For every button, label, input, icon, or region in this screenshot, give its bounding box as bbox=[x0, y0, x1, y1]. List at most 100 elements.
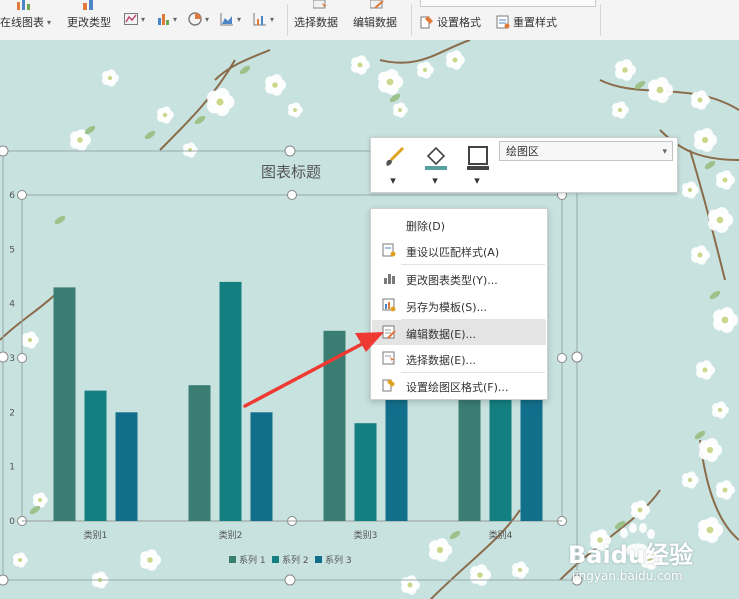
bar bbox=[53, 287, 76, 521]
chart-area-selector[interactable]: 绘图区 ▾ bbox=[499, 141, 673, 161]
bar bbox=[250, 412, 273, 521]
menu-item-reset-style[interactable]: 重设以匹配样式(A) bbox=[372, 238, 546, 263]
menu-item-label: 删除(D) bbox=[406, 220, 446, 233]
y-tick-label: 3 bbox=[9, 354, 15, 364]
plot-resize-handle bbox=[17, 190, 27, 200]
select-data-icon bbox=[313, 0, 327, 9]
edit-data-label: 编辑数据 bbox=[353, 16, 397, 29]
dropdown-arrow-icon: ▾ bbox=[205, 14, 210, 24]
menu-item-edit-data[interactable]: 编辑数据(E)... bbox=[372, 320, 546, 345]
dropdown-arrow-icon: ▾ bbox=[270, 14, 275, 24]
menu-item-label: 选择数据(E)... bbox=[406, 354, 477, 367]
fill-label: 填充▾ bbox=[415, 174, 455, 221]
dropdown-arrow-icon: ▾ bbox=[47, 17, 52, 27]
change-type-icon bbox=[83, 0, 93, 10]
y-tick-label: 4 bbox=[9, 300, 15, 310]
bar bbox=[354, 423, 377, 521]
combo-chart-dropdown[interactable]: ▾ bbox=[253, 12, 274, 26]
bar bbox=[115, 412, 138, 521]
y-tick-label: 1 bbox=[9, 463, 15, 473]
style-button[interactable]: 样式▾ bbox=[373, 142, 413, 221]
plot-resize-handle bbox=[557, 353, 567, 363]
menu-item-change-chart-type[interactable]: 更改图表类型(Y)... bbox=[372, 266, 546, 291]
change-type-button[interactable]: 更改类型 bbox=[67, 14, 111, 30]
chart-resize-handle bbox=[571, 351, 583, 363]
change-type-label: 更改类型 bbox=[67, 16, 111, 29]
area-chart-icon bbox=[220, 13, 233, 26]
select-data-icon bbox=[382, 351, 395, 365]
menu-item-select-data[interactable]: 选择数据(E)... bbox=[372, 346, 546, 371]
ribbon-divider bbox=[287, 4, 288, 36]
legend-entry: 系列 3 bbox=[325, 554, 352, 566]
chart-resize-handle bbox=[284, 574, 296, 586]
online-chart-button[interactable]: 在线图表 ▾ bbox=[0, 14, 51, 30]
format-plot-icon bbox=[382, 379, 395, 392]
y-tick-label: 0 bbox=[9, 517, 15, 527]
paint-bucket-icon bbox=[425, 146, 447, 170]
save-template-icon bbox=[382, 298, 396, 312]
chart-type-icon bbox=[384, 274, 395, 284]
x-tick-label: 类别4 bbox=[489, 529, 513, 541]
baidu-watermark: Baidu经验 jingyan.baidu.com bbox=[566, 517, 734, 587]
pie-chart-dropdown[interactable]: ▾ bbox=[188, 12, 209, 26]
chart-format-toolbar: 样式▾ 填充▾ 轮廓▾ 绘图区 ▾ bbox=[370, 137, 678, 221]
y-tick-label: 2 bbox=[9, 408, 15, 418]
chart-element-dropdown[interactable] bbox=[420, 0, 596, 7]
online-chart-icon bbox=[17, 0, 30, 10]
reset-style-button[interactable]: 重置样式 bbox=[496, 14, 557, 30]
legend-entry: 系列 2 bbox=[282, 554, 309, 566]
legend-swatch bbox=[272, 556, 279, 563]
menu-item-label: 编辑数据(E)... bbox=[406, 328, 477, 341]
set-format-label: 设置格式 bbox=[437, 16, 481, 29]
chevron-down-icon: ▾ bbox=[662, 147, 667, 157]
bar bbox=[323, 330, 346, 521]
legend-swatch bbox=[229, 556, 236, 563]
fill-button[interactable]: 填充▾ bbox=[415, 142, 455, 221]
reset-style-label: 重置样式 bbox=[513, 16, 557, 29]
line-chart-icon bbox=[124, 13, 138, 25]
set-format-button[interactable]: 设置格式 bbox=[420, 14, 481, 30]
outline-button[interactable]: 轮廓▾ bbox=[457, 142, 497, 221]
style-label: 样式▾ bbox=[373, 174, 413, 221]
edit-data-icon bbox=[370, 0, 384, 9]
bar bbox=[219, 281, 242, 521]
bar bbox=[84, 390, 107, 521]
dropdown-arrow-icon: ▾ bbox=[237, 14, 242, 24]
menu-item-format-plot-area[interactable]: 设置绘图区格式(F)... bbox=[372, 373, 546, 398]
format-brush-icon bbox=[420, 16, 433, 29]
bar bbox=[188, 385, 211, 521]
combo-chart-icon bbox=[253, 13, 266, 26]
edit-data-icon bbox=[382, 325, 396, 339]
online-chart-label: 在线图表 bbox=[0, 16, 44, 29]
area-selector-value: 绘图区 bbox=[506, 145, 539, 158]
edit-data-button[interactable]: 编辑数据 bbox=[353, 14, 397, 30]
area-chart-dropdown[interactable]: ▾ bbox=[220, 12, 241, 26]
chart-resize-handle bbox=[284, 145, 296, 157]
chart-resize-handle bbox=[0, 145, 9, 157]
dropdown-arrow-icon: ▾ bbox=[141, 14, 146, 24]
ribbon-toolbar: 在线图表 ▾ 更改类型 ▾ ▾ ▾ ▾ ▾ 选择数据 编辑数据 设置格式 重置样… bbox=[0, 0, 739, 41]
bar-chart-icon bbox=[158, 14, 169, 25]
x-tick-label: 类别1 bbox=[84, 529, 108, 541]
outline-square-icon bbox=[467, 146, 489, 170]
x-tick-label: 类别3 bbox=[354, 529, 378, 541]
reset-style-icon bbox=[382, 243, 396, 257]
select-data-button[interactable]: 选择数据 bbox=[294, 14, 338, 30]
x-tick-label: 类别2 bbox=[219, 529, 243, 541]
y-tick-label: 6 bbox=[9, 191, 15, 201]
menu-item-save-template[interactable]: 另存为模板(S)... bbox=[372, 293, 546, 318]
context-menu: 删除(D) 重设以匹配样式(A) 更改图表类型(Y)... 另存为模板(S)..… bbox=[370, 208, 548, 400]
ribbon-divider bbox=[600, 4, 601, 36]
menu-item-delete[interactable]: 删除(D) bbox=[372, 212, 546, 237]
pie-chart-icon bbox=[188, 12, 202, 26]
plot-resize-handle bbox=[17, 353, 27, 363]
plot-resize-handle bbox=[287, 190, 297, 200]
bar-chart-dropdown[interactable]: ▾ bbox=[156, 12, 177, 26]
watermark-brand: Baidu经验 bbox=[568, 541, 693, 569]
menu-separator bbox=[401, 264, 545, 265]
chart-resize-handle bbox=[0, 574, 9, 586]
line-chart-dropdown[interactable]: ▾ bbox=[124, 12, 145, 26]
brush-icon bbox=[386, 146, 405, 166]
chart-title: 图表标题 bbox=[261, 163, 321, 181]
watermark-url: jingyan.baidu.com bbox=[572, 569, 683, 583]
